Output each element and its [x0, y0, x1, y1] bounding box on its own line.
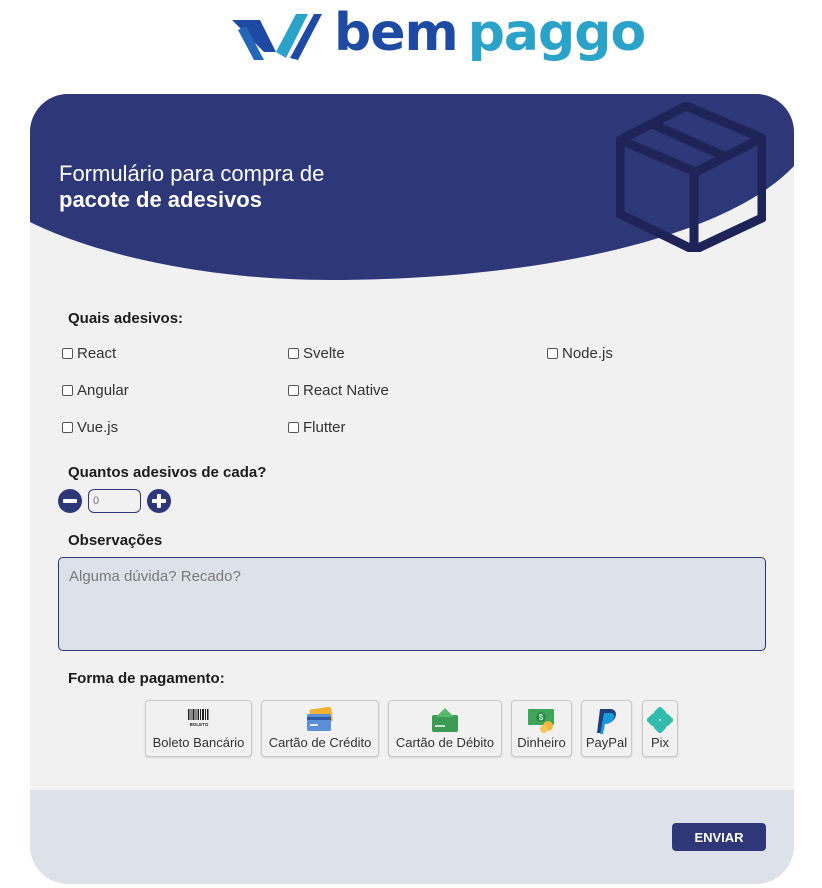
brand-logo: bem paggo — [230, 4, 646, 68]
paypal-icon — [596, 709, 616, 734]
submit-button[interactable]: ENVIAR — [672, 823, 766, 851]
checkbox-label: Svelte — [303, 344, 345, 362]
form-header: Formulário para compra de pacote de ades… — [30, 94, 794, 284]
form-title-line2: pacote de adesivos — [59, 187, 262, 212]
checkbox-vuejs[interactable]: Vue.js — [62, 417, 118, 437]
checkbox-box[interactable] — [288, 421, 299, 433]
checkbox-angular[interactable]: Angular — [62, 380, 129, 400]
pay-boleto-label: Boleto Bancário — [152, 735, 245, 750]
package-box-icon — [616, 102, 766, 252]
checkbox-react[interactable]: React — [62, 343, 116, 363]
bempaggo-logo-icon — [232, 14, 322, 60]
checkbox-label: React — [77, 344, 117, 362]
boleto-icon-text: BOLETO — [189, 722, 208, 727]
plus-icon — [152, 494, 166, 508]
quantity-input[interactable]: 0 — [88, 489, 141, 513]
pay-pix-label: Pix — [650, 735, 670, 750]
pay-cash-label: Dinheiro — [517, 735, 566, 750]
checkbox-nodejs[interactable]: Node.js — [547, 343, 613, 363]
checkbox-box[interactable] — [62, 347, 73, 359]
notes-label: Observações — [68, 532, 163, 549]
pay-pix-button[interactable]: Pix — [642, 700, 678, 757]
stickers-label: Quais adesivos: — [68, 310, 184, 327]
checkbox-box[interactable] — [288, 347, 299, 359]
checkbox-box[interactable] — [547, 347, 558, 359]
notes-textarea[interactable]: Alguma dúvida? Recado? — [58, 557, 766, 651]
pix-icon — [647, 707, 673, 733]
pay-debit-card-label: Cartão de Débito — [395, 735, 495, 750]
decrement-button[interactable] — [58, 489, 82, 513]
pay-paypal-button[interactable]: PayPal — [581, 700, 632, 757]
checkbox-box[interactable] — [62, 384, 73, 396]
brand-word-paggo: paggo — [467, 3, 646, 63]
checkbox-label: React Native — [303, 381, 389, 399]
checkbox-svelte[interactable]: Svelte — [288, 343, 345, 363]
cash-money-icon: $ — [527, 709, 554, 733]
brand-word-bem: bem — [334, 3, 459, 63]
barcode-icon: BOLETO — [187, 709, 208, 727]
debit-card-icon — [432, 708, 458, 732]
checkbox-label: Node.js — [562, 344, 613, 362]
checkbox-label: Flutter — [303, 418, 346, 436]
checkbox-flutter[interactable]: Flutter — [288, 417, 346, 437]
checkbox-label: Angular — [77, 381, 129, 399]
form-title-line1: Formulário para compra de — [59, 161, 325, 186]
pay-paypal-label: PayPal — [585, 735, 628, 750]
purchase-form-card: Formulário para compra de pacote de ades… — [30, 94, 794, 884]
pay-cash-button[interactable]: $ Dinheiro — [511, 700, 572, 757]
minus-icon — [63, 499, 77, 503]
increment-button[interactable] — [147, 489, 171, 513]
payment-label: Forma de pagamento: — [68, 670, 225, 687]
svg-text:$: $ — [538, 713, 543, 722]
checkbox-box[interactable] — [288, 384, 299, 396]
checkbox-box[interactable] — [62, 421, 73, 433]
pay-credit-card-button[interactable]: Cartão de Crédito — [261, 700, 379, 757]
brand-wordmark: bem paggo — [334, 7, 646, 59]
pay-debit-card-button[interactable]: Cartão de Débito — [388, 700, 502, 757]
credit-card-icon — [307, 707, 333, 731]
pay-credit-card-label: Cartão de Crédito — [268, 735, 372, 750]
checkbox-react-native[interactable]: React Native — [288, 380, 389, 400]
pay-boleto-button[interactable]: BOLETO Boleto Bancário — [145, 700, 252, 757]
form-title: Formulário para compra de pacote de ades… — [59, 161, 324, 213]
checkbox-label: Vue.js — [77, 418, 119, 436]
quantity-label: Quantos adesivos de cada? — [68, 464, 267, 481]
